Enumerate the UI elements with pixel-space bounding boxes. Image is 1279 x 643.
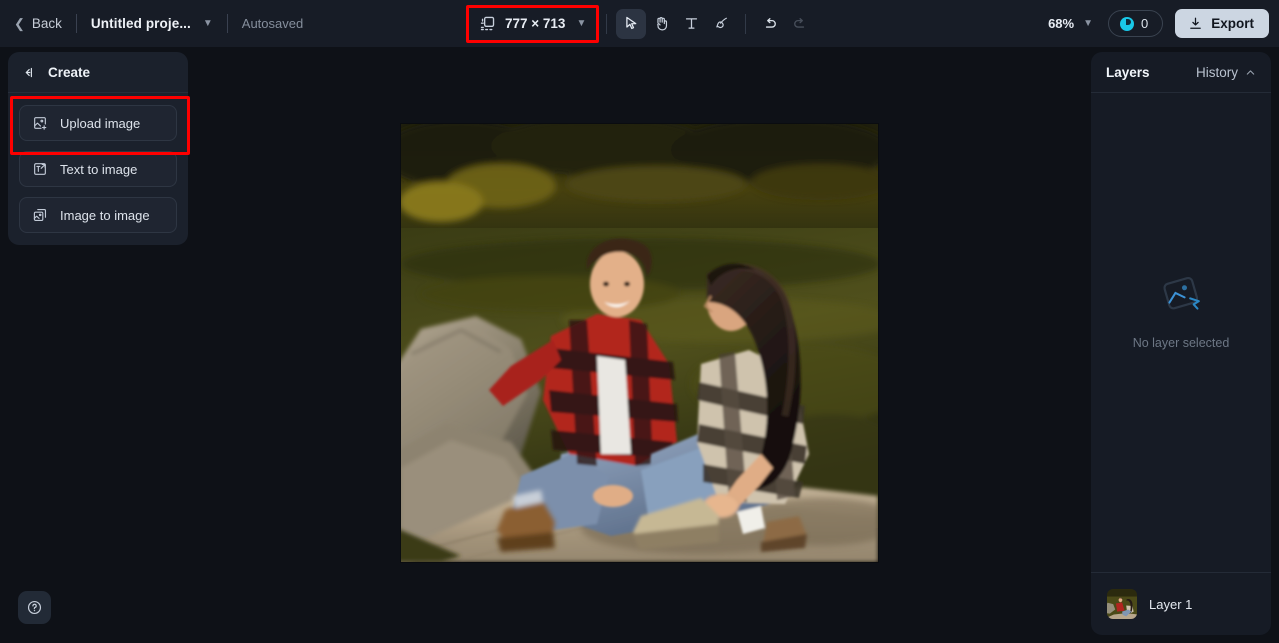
help-button[interactable] [18,591,51,624]
create-options-list: Upload image Text to image Image to imag… [8,93,188,233]
empty-layer-icon [1154,267,1208,321]
back-label: Back [31,16,62,31]
select-tool[interactable] [616,8,647,39]
upload-image-button[interactable]: Upload image [19,105,177,141]
chevron-down-icon: ▼ [1083,18,1093,29]
undo-button[interactable] [755,9,785,39]
back-button[interactable]: ❮ Back [14,16,62,31]
image-editor-app: ❮ Back Untitled proje... ▼ Autosaved 777… [0,0,1279,643]
image-to-image-label: Image to image [60,207,150,223]
resize-canvas-icon [479,15,496,32]
tab-layers[interactable]: Layers [1106,65,1150,80]
topbar-right-group: 68% ▼ 0 Export [1039,0,1269,47]
tab-history[interactable]: History [1196,65,1256,80]
redo-button[interactable] [785,9,815,39]
zoom-level-selector[interactable]: 68% ▼ [1039,10,1102,37]
credit-coin-icon [1120,16,1134,31]
upload-image-icon [32,115,48,131]
zoom-level-value: 68% [1048,16,1075,31]
topbar-left-group: ❮ Back Untitled proje... ▼ Autosaved [0,0,303,47]
canvas-image[interactable] [401,124,878,562]
canvas-area[interactable] [196,47,1091,643]
image-to-image-button[interactable]: Image to image [19,197,177,233]
chevron-left-icon: ❮ [14,16,25,31]
text-tool[interactable] [676,9,706,39]
image-to-image-icon [32,207,48,223]
tab-history-label: History [1195,64,1238,80]
export-button[interactable]: Export [1175,9,1269,38]
artboard[interactable] [401,124,878,562]
export-label: Export [1211,16,1254,31]
autosave-status: Autosaved [241,16,304,31]
divider [75,14,77,33]
layer-name: Layer 1 [1149,596,1193,612]
layers-list: Layer 1 [1091,573,1271,635]
credits-count: 0 [1141,16,1149,31]
help-icon [26,599,43,616]
chevron-up-icon [1245,67,1256,78]
download-icon [1188,16,1203,31]
layers-panel: Layers History No layer selected Layer 1 [1091,52,1271,635]
collapse-panel-icon[interactable] [22,65,37,80]
chevron-down-icon[interactable]: ▼ [203,18,213,29]
canvas-size-selector[interactable]: 777 × 713 ▼ [468,9,597,38]
divider [606,13,608,34]
upload-image-label: Upload image [60,115,141,131]
hand-tool[interactable] [646,9,676,39]
layers-panel-header: Layers History [1091,52,1271,93]
project-name[interactable]: Untitled proje... [91,16,191,31]
chevron-down-icon: ▼ [576,18,587,29]
divider [745,13,747,34]
text-to-image-button[interactable]: Text to image [19,151,177,187]
divider [226,14,228,33]
brush-tool[interactable] [706,9,736,39]
top-toolbar: ❮ Back Untitled proje... ▼ Autosaved 777… [0,0,1279,47]
text-to-image-icon [32,161,48,177]
canvas-size-value: 777 × 713 [505,16,566,31]
create-panel-header: Create [8,52,188,93]
text-to-image-label: Text to image [60,161,138,177]
layer-item[interactable]: Layer 1 [1101,584,1261,624]
layer-thumbnail [1107,589,1137,619]
create-panel-title: Create [48,64,91,80]
credits-badge[interactable]: 0 [1108,10,1164,37]
layers-empty-text: No layer selected [1132,336,1230,350]
layers-empty-state: No layer selected [1091,93,1271,573]
topbar-center-group: 777 × 713 ▼ [468,0,815,47]
create-panel: Create Upload image Text to image Image … [8,52,188,245]
